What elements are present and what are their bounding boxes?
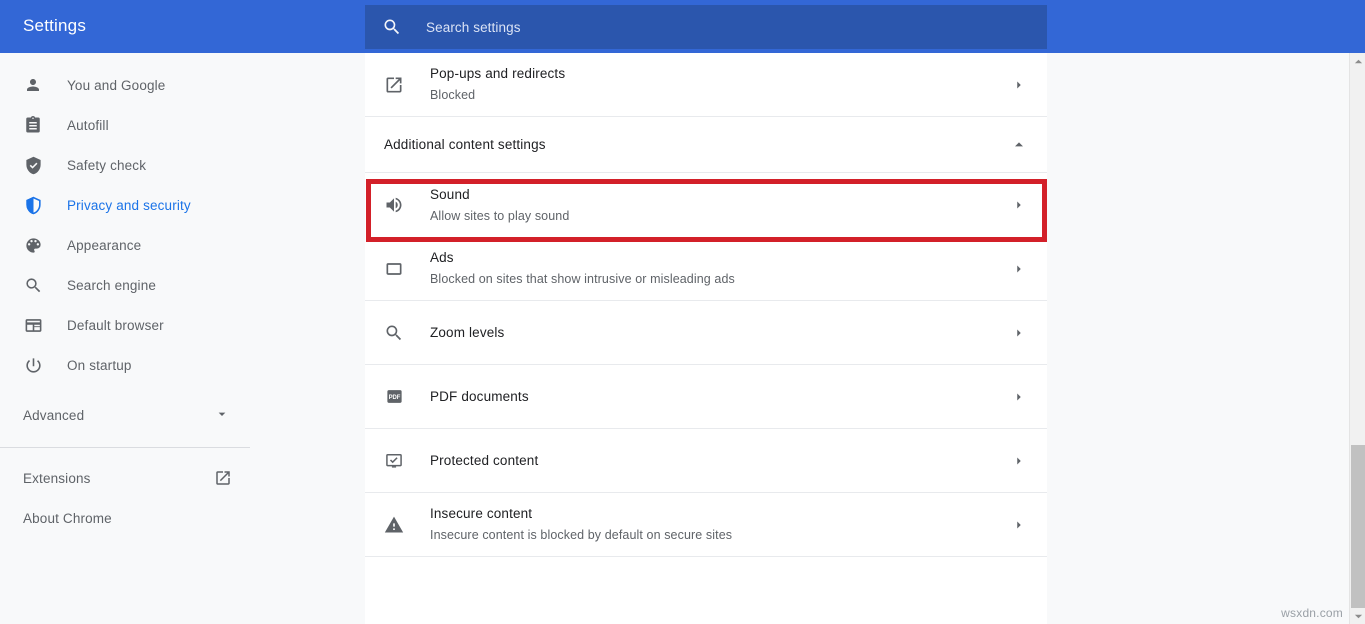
- row-title: Zoom levels: [430, 323, 1011, 343]
- sidebar-item-privacy-and-security[interactable]: Privacy and security: [0, 185, 250, 225]
- svg-text:PDF: PDF: [388, 395, 400, 401]
- row-subtitle: Insecure content is blocked by default o…: [430, 526, 1011, 545]
- main-content-area: Pop-ups and redirects Blocked Additional…: [250, 53, 1365, 624]
- section-additional-content-settings[interactable]: Additional content settings: [365, 117, 1047, 173]
- chevron-right-icon[interactable]: [1011, 453, 1027, 469]
- sidebar-item-appearance[interactable]: Appearance: [0, 225, 250, 265]
- chevron-right-icon[interactable]: [1011, 389, 1027, 405]
- sidebar-item-autofill[interactable]: Autofill: [0, 105, 250, 145]
- chevron-down-icon: [214, 406, 230, 425]
- sidebar-item-label: Autofill: [67, 118, 109, 133]
- sidebar-item-on-startup[interactable]: On startup: [0, 345, 250, 385]
- sidebar-divider: [0, 447, 250, 448]
- sidebar-advanced-label: Advanced: [23, 408, 214, 423]
- sidebar-item-you-and-google[interactable]: You and Google: [0, 65, 250, 105]
- row-text: Sound Allow sites to play sound: [430, 185, 1011, 226]
- row-subtitle: Allow sites to play sound: [430, 207, 1011, 226]
- pdf-icon: PDF: [383, 386, 405, 408]
- row-title: Ads: [430, 248, 1011, 268]
- ads-square-icon: [383, 258, 405, 280]
- row-insecure-content[interactable]: Insecure content Insecure content is blo…: [365, 493, 1047, 557]
- sidebar-spacer: [0, 385, 250, 395]
- row-title: Insecure content: [430, 504, 1011, 524]
- sidebar-item-safety-check[interactable]: Safety check: [0, 145, 250, 185]
- volume-up-icon: [383, 194, 405, 216]
- person-icon: [23, 75, 43, 95]
- sidebar-item-label: Search engine: [67, 278, 156, 293]
- open-in-new-icon: [383, 74, 405, 96]
- chevron-right-icon[interactable]: [1011, 77, 1027, 93]
- sidebar-item-label: On startup: [67, 358, 132, 373]
- scrollbar-thumb[interactable]: [1351, 445, 1365, 608]
- row-title: Pop-ups and redirects: [430, 64, 1011, 84]
- row-sound[interactable]: Sound Allow sites to play sound: [365, 173, 1047, 237]
- sidebar-item-label: You and Google: [67, 78, 165, 93]
- chevron-up-icon[interactable]: [1011, 137, 1027, 153]
- open-in-new-icon: [214, 469, 232, 487]
- chevron-right-icon[interactable]: [1011, 325, 1027, 341]
- sidebar-item-default-browser[interactable]: Default browser: [0, 305, 250, 345]
- row-subtitle: Blocked: [430, 86, 1011, 105]
- vertical-scrollbar[interactable]: [1349, 53, 1365, 624]
- chevron-right-icon[interactable]: [1011, 197, 1027, 213]
- card-bottom-spacer: [365, 557, 1047, 624]
- power-icon: [23, 355, 43, 375]
- search-icon: [23, 275, 43, 295]
- row-pdf-documents[interactable]: PDF PDF documents: [365, 365, 1047, 429]
- chevron-right-icon[interactable]: [1011, 517, 1027, 533]
- sidebar-item-label: Extensions: [23, 471, 91, 486]
- protected-content-icon: [383, 450, 405, 472]
- sidebar-item-extensions[interactable]: Extensions: [0, 458, 250, 498]
- page-title: Settings: [23, 16, 86, 36]
- sidebar-item-label: Privacy and security: [67, 198, 191, 213]
- row-ads[interactable]: Ads Blocked on sites that show intrusive…: [365, 237, 1047, 301]
- section-label: Additional content settings: [384, 137, 1011, 152]
- shield-icon: [23, 195, 43, 215]
- top-header-bar: Settings: [0, 0, 1365, 53]
- row-popups-and-redirects[interactable]: Pop-ups and redirects Blocked: [365, 53, 1047, 117]
- settings-card: Pop-ups and redirects Blocked Additional…: [365, 53, 1047, 624]
- sidebar-item-search-engine[interactable]: Search engine: [0, 265, 250, 305]
- watermark-text: wsxdn.com: [1281, 606, 1343, 620]
- scroll-up-arrow[interactable]: [1350, 53, 1365, 69]
- row-zoom-levels[interactable]: Zoom levels: [365, 301, 1047, 365]
- row-subtitle: Blocked on sites that show intrusive or …: [430, 270, 1011, 289]
- browser-window-icon: [23, 315, 43, 335]
- sidebar-item-label: About Chrome: [23, 511, 112, 526]
- chevron-right-icon[interactable]: [1011, 261, 1027, 277]
- sidebar-nav: You and Google Autofill Safety check Pri…: [0, 53, 250, 624]
- warning-triangle-icon: [383, 514, 405, 536]
- sidebar-item-about-chrome[interactable]: About Chrome: [0, 498, 250, 538]
- search-icon: [383, 322, 405, 344]
- palette-icon: [23, 235, 43, 255]
- row-title: Sound: [430, 185, 1011, 205]
- row-protected-content[interactable]: Protected content: [365, 429, 1047, 493]
- search-icon: [382, 17, 402, 37]
- row-text: Protected content: [430, 451, 1011, 471]
- settings-window: Settings You and Google Autofill Sa: [0, 0, 1365, 624]
- sidebar-item-label: Default browser: [67, 318, 164, 333]
- search-settings-box[interactable]: [365, 5, 1047, 49]
- sidebar-advanced-toggle[interactable]: Advanced: [0, 395, 250, 435]
- sidebar-item-label: Safety check: [67, 158, 146, 173]
- row-title: PDF documents: [430, 387, 1011, 407]
- row-text: Pop-ups and redirects Blocked: [430, 64, 1011, 105]
- sidebar-item-label: Appearance: [67, 238, 141, 253]
- scroll-down-arrow[interactable]: [1350, 608, 1365, 624]
- row-text: PDF documents: [430, 387, 1011, 407]
- shield-check-icon: [23, 155, 43, 175]
- row-text: Insecure content Insecure content is blo…: [430, 504, 1011, 545]
- row-text: Ads Blocked on sites that show intrusive…: [430, 248, 1011, 289]
- row-title: Protected content: [430, 451, 1011, 471]
- row-text: Zoom levels: [430, 323, 1011, 343]
- search-input[interactable]: [426, 12, 986, 42]
- clipboard-icon: [23, 115, 43, 135]
